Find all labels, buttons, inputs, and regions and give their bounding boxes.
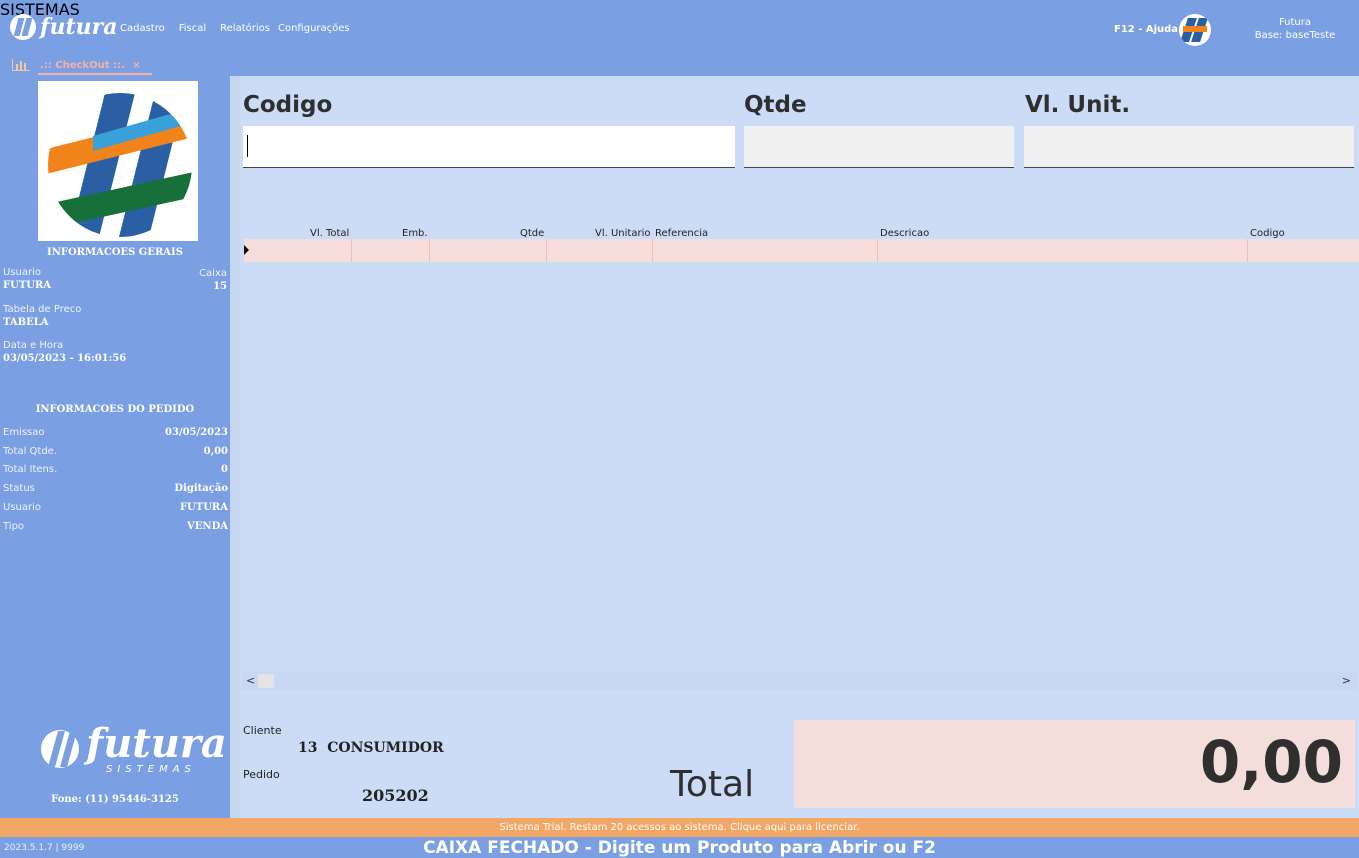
- tipo-label: Tipo: [3, 521, 25, 532]
- futura-logo: futura: [10, 14, 117, 40]
- qtde-header: Qtde: [744, 92, 807, 118]
- futura-logo-icon: [10, 14, 36, 40]
- table-cell[interactable]: [653, 239, 878, 262]
- pedido-usuario-value: FUTURA: [179, 502, 228, 513]
- table-cell[interactable]: [878, 239, 1248, 262]
- menu-configuracoes[interactable]: Configurações: [278, 23, 350, 34]
- help-button[interactable]: F12 - Ajuda: [1114, 24, 1178, 35]
- futura-logo-icon: [41, 730, 79, 768]
- pedido-value: 205202: [362, 786, 429, 805]
- col-descricao[interactable]: Descricao: [880, 228, 929, 239]
- scroll-left-icon[interactable]: <: [246, 674, 255, 687]
- status-label: Status: [3, 483, 35, 494]
- vlunit-header: Vl. Unit.: [1025, 92, 1131, 118]
- user-avatar-icon[interactable]: [1179, 14, 1211, 46]
- main-menu: Cadastro Fiscal Relatórios Configurações: [120, 23, 350, 34]
- codigo-header: Codigo: [243, 92, 333, 118]
- base-name: Base: baseTeste: [1254, 30, 1336, 41]
- emissao-value: 03/05/2023: [165, 427, 228, 438]
- table-cell[interactable]: [352, 239, 430, 262]
- table-row[interactable]: [244, 239, 1359, 262]
- col-emb[interactable]: Emb.: [402, 228, 428, 239]
- table-cell[interactable]: [547, 239, 653, 262]
- row-indicator-icon: [244, 245, 249, 255]
- main-panel: Codigo Qtde Vl. Unit. Vl. Total Emb. Qtd…: [240, 76, 1359, 818]
- scroll-right-icon[interactable]: >: [1342, 674, 1351, 687]
- user-info: Futura Base: baseTeste: [1240, 16, 1350, 42]
- company-logo: [38, 81, 198, 241]
- tabela-value: TABELA: [3, 317, 49, 328]
- tab-checkout-label: .:: CheckOut ::.: [40, 60, 125, 71]
- total-box: 0,00: [794, 720, 1355, 808]
- col-vl-total[interactable]: Vl. Total: [310, 228, 349, 239]
- menu-fiscal[interactable]: Fiscal: [179, 23, 206, 34]
- total-qtde-label: Total Qtde.: [3, 446, 58, 457]
- tab-close-icon[interactable]: ×: [132, 60, 140, 71]
- status-message: CAIXA FECHADO - Digite um Produto para A…: [423, 838, 936, 858]
- total-value: 0,00: [1199, 728, 1343, 796]
- futura-logo-icon: [48, 93, 192, 237]
- table-cell[interactable]: [430, 239, 547, 262]
- codigo-input[interactable]: [243, 126, 735, 168]
- brand-name: futura: [40, 14, 118, 40]
- status-bar: 2023.5.1.7 | 9999 CAIXA FECHADO - Digite…: [0, 837, 1359, 858]
- table-cell[interactable]: [252, 239, 352, 262]
- col-codigo[interactable]: Codigo: [1250, 228, 1285, 239]
- caixa-label: Caixa: [199, 268, 227, 279]
- status-value: Digitação: [174, 483, 228, 494]
- info-pedido-title: INFORMACOES DO PEDIDO: [35, 404, 195, 415]
- phone: Fone: (11) 95446-3125: [51, 794, 179, 805]
- tipo-value: VENDA: [187, 521, 228, 532]
- top-bar: futura SISTEMAS Cadastro Fiscal Relatóri…: [0, 0, 1359, 76]
- user-name: Futura: [1278, 17, 1312, 28]
- menu-relatorios[interactable]: Relatórios: [220, 23, 270, 34]
- tab-checkout[interactable]: .:: CheckOut ::. ×: [38, 55, 152, 75]
- footer-brand-sub: SISTEMAS: [106, 764, 196, 775]
- pedido-label: Pedido: [243, 768, 280, 781]
- usuario-value: FUTURA: [3, 280, 52, 291]
- datahora-label: Data e Hora: [3, 340, 64, 351]
- info-gerais-title: INFORMACOES GERAIS: [47, 247, 183, 258]
- datahora-value: 03/05/2023 - 16:01:56: [3, 353, 127, 364]
- cliente-label: Cliente: [243, 724, 282, 737]
- pedido-usuario-label: Usuario: [3, 502, 42, 513]
- qtde-input[interactable]: [744, 126, 1014, 168]
- total-qtde-value: 0,00: [203, 446, 228, 457]
- trial-banner[interactable]: Sistema Trial. Restam 20 acessos ao sist…: [0, 818, 1359, 837]
- footer-brand: futura: [86, 720, 227, 767]
- total-label: Total: [670, 764, 755, 805]
- left-panel: INFORMACOES GERAIS Usuario FUTURA Caixa …: [0, 76, 230, 818]
- tabela-label: Tabela de Preco: [3, 304, 82, 315]
- caixa-value: 15: [213, 281, 227, 292]
- vlunit-input[interactable]: [1024, 126, 1354, 168]
- text-caret: [247, 135, 248, 157]
- horizontal-scrollbar[interactable]: < >: [242, 672, 1357, 690]
- total-itens-value: 0: [221, 464, 228, 475]
- menu-cadastro[interactable]: Cadastro: [120, 23, 165, 34]
- col-vl-unitario[interactable]: Vl. Unitario: [595, 228, 650, 239]
- cliente-value: 13 CONSUMIDOR: [298, 740, 444, 756]
- panel-divider[interactable]: [230, 76, 240, 818]
- scrollbar-thumb[interactable]: [258, 674, 274, 688]
- total-itens-label: Total Itens.: [3, 464, 58, 475]
- emissao-label: Emissao: [3, 427, 45, 438]
- col-referencia[interactable]: Referencia: [655, 228, 708, 239]
- usuario-label: Usuario: [3, 267, 42, 278]
- col-qtde[interactable]: Qtde: [520, 228, 544, 239]
- bar-chart-icon[interactable]: [12, 59, 30, 71]
